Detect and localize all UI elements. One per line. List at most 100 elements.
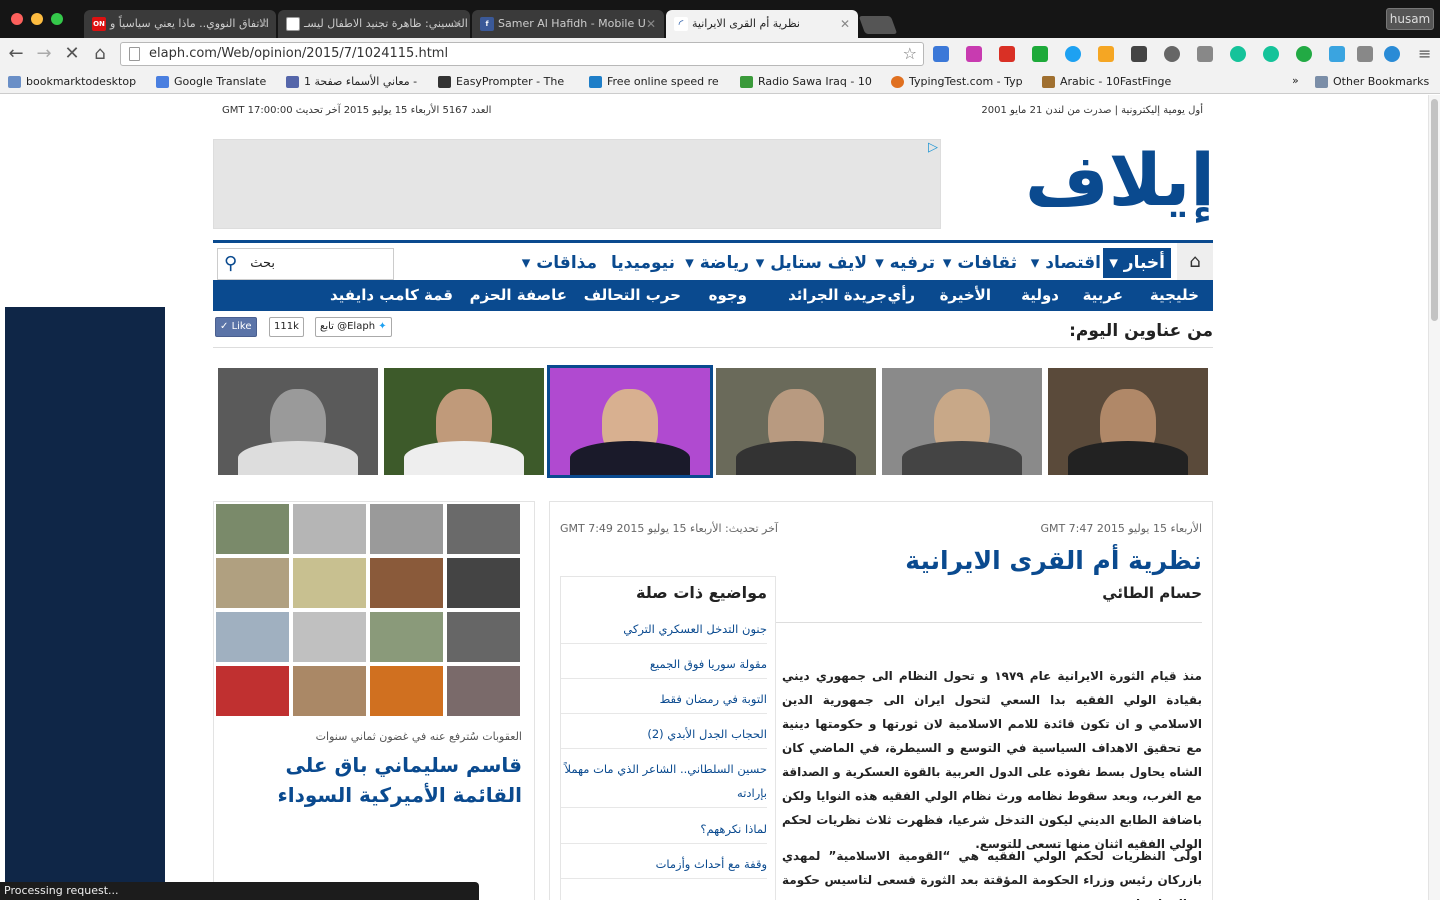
screen-cast-icon[interactable] (1357, 46, 1373, 62)
shazam-extension-icon[interactable] (1065, 46, 1081, 62)
story-headline-link[interactable]: قاسم سليماني باق على القائمة الأميركية ا… (232, 750, 522, 810)
headline-thumbnail[interactable] (384, 368, 544, 475)
subnav-camp-david[interactable]: قمة كامب دايفيد (330, 280, 453, 311)
subnav-press[interactable]: جريدة الجرائد (788, 280, 887, 311)
clock-extension-icon[interactable] (1164, 46, 1180, 62)
bookmark-star-icon[interactable]: ☆ (903, 43, 917, 65)
gallery-thumbnail[interactable] (216, 558, 289, 608)
subnav-gulf[interactable]: خليجية (1150, 280, 1199, 311)
related-link[interactable]: الحجاب الجدل الأبدي (2) (561, 722, 767, 749)
subnav-coalition-war[interactable]: حرب التحالف (584, 280, 681, 311)
bookmark-item[interactable]: EasyPrompter - The (438, 74, 564, 90)
home-icon[interactable]: ⌂ (90, 44, 110, 64)
nav-tastes[interactable]: ▾ مذاقات (522, 248, 597, 278)
gallery-thumbnail[interactable] (370, 666, 443, 716)
address-bar[interactable]: elaph.com/Web/opinion/2015/7/1024115.htm… (120, 42, 924, 66)
nav-economy[interactable]: ▾ اقتصاد (1031, 248, 1101, 278)
gallery-thumbnail[interactable] (447, 558, 520, 608)
gallery-thumbnail[interactable] (447, 504, 520, 554)
bookmark-item[interactable]: Google Translate (156, 74, 266, 90)
close-tab-icon[interactable]: ✕ (452, 10, 462, 38)
gallery-thumbnail[interactable] (370, 612, 443, 662)
subnav-opinion[interactable]: رأي (887, 280, 915, 311)
translate-extension-icon[interactable] (933, 46, 949, 62)
headline-thumbnail[interactable] (218, 368, 378, 475)
stop-loading-icon[interactable]: ✕ (62, 44, 82, 64)
menu-icon[interactable]: ≡ (1418, 44, 1431, 63)
related-link[interactable]: جنون التدخل العسكري التركي (561, 617, 767, 644)
twitter-follow-button[interactable]: تابع @Elaph ✦ (315, 317, 392, 337)
grammarly-extension-icon[interactable] (1263, 46, 1279, 62)
yahoo-extension-icon[interactable] (966, 46, 982, 62)
nav-newmedia[interactable]: نيوميديا (611, 248, 675, 278)
related-link[interactable]: لماذا نكرههم؟ (561, 817, 767, 844)
green-extension-icon[interactable] (1296, 46, 1312, 62)
subnav-latest[interactable]: الأخيرة (940, 280, 991, 311)
minimize-window-icon[interactable] (31, 13, 43, 25)
close-window-icon[interactable] (11, 13, 23, 25)
gallery-thumbnail[interactable] (370, 504, 443, 554)
tab-4-active[interactable]: ◜ نظرية أم القرى الايرانية ✕ (666, 10, 858, 38)
chart-extension-icon[interactable] (1098, 46, 1114, 62)
nav-culture[interactable]: ▾ ثقافات (943, 248, 1017, 278)
close-tab-icon[interactable]: ✕ (646, 10, 656, 38)
site-logo[interactable]: إيلاف (1025, 135, 1219, 225)
vpn-extension-icon[interactable] (1384, 46, 1400, 62)
bookmark-item[interactable]: Arabic - 10FastFinge (1042, 74, 1171, 90)
article-author[interactable]: حسام الطائي (1102, 584, 1202, 602)
subnav-arab[interactable]: عربية (1083, 280, 1123, 311)
gallery-thumbnail[interactable] (447, 666, 520, 716)
headline-thumbnail[interactable] (716, 368, 876, 475)
close-tab-icon[interactable]: ✕ (258, 10, 268, 38)
nav-news[interactable]: ▾ أخبار (1103, 248, 1171, 278)
page-scrollbar[interactable] (1428, 95, 1440, 900)
t-extension-icon[interactable] (1032, 46, 1048, 62)
scrollbar-thumb[interactable] (1431, 99, 1438, 321)
adchoices-icon[interactable]: ▷ (928, 140, 938, 155)
pocket-extension-icon[interactable] (1131, 46, 1147, 62)
bookmark-item[interactable]: bookmarktodesktop (8, 74, 136, 90)
subnav-faces[interactable]: وجوه (709, 280, 747, 311)
search-input[interactable]: بحث ⚲ (217, 248, 394, 280)
gallery-thumbnail[interactable] (216, 504, 289, 554)
related-link[interactable]: مقولة سوريا فوق الجميع (561, 652, 767, 679)
bookmarks-overflow-button[interactable]: » (1292, 74, 1299, 87)
gallery-thumbnail[interactable] (370, 558, 443, 608)
related-link[interactable]: التوبة في رمضان فقط (561, 687, 767, 714)
gallery-thumbnail[interactable] (216, 612, 289, 662)
zoom-window-icon[interactable] (51, 13, 63, 25)
gallery-thumbnail[interactable] (447, 612, 520, 662)
gallery-thumbnail[interactable] (293, 666, 366, 716)
other-bookmarks-folder[interactable]: Other Bookmarks (1315, 74, 1429, 90)
gmail-checker-icon[interactable] (999, 46, 1015, 62)
cast-icon[interactable] (1197, 46, 1213, 62)
check-extension-icon[interactable] (1329, 46, 1345, 62)
bookmark-item[interactable]: Radio Sawa Iraq - 10 (740, 74, 872, 90)
gallery-thumbnail[interactable] (293, 558, 366, 608)
bookmark-item[interactable]: معاني الأسماء صفحة 1 - (286, 74, 417, 90)
gallery-thumbnail[interactable] (293, 612, 366, 662)
gallery-thumbnail[interactable] (293, 504, 366, 554)
nav-lifestyle[interactable]: ▾ لايف ستايل (756, 248, 867, 278)
close-tab-icon[interactable]: ✕ (840, 10, 850, 38)
search-icon[interactable]: ⚲ (224, 253, 237, 274)
headline-thumbnail[interactable] (1048, 368, 1208, 475)
related-link[interactable]: وقفة مع أحداث وأزمات (561, 852, 767, 879)
forward-arrow-icon[interactable]: → (34, 44, 54, 64)
subnav-international[interactable]: دولية (1021, 280, 1059, 311)
bookmark-item[interactable]: TypingTest.com - Typ (891, 74, 1023, 90)
facebook-like-button[interactable]: ✓ Like (215, 317, 257, 337)
tab-3[interactable]: f Samer Al Hafidh - Mobile U ✕ (472, 10, 664, 38)
tab-1[interactable]: ON الاتفاق النووي.. ماذا يعني سياسياً و … (84, 10, 276, 38)
related-link[interactable]: حسين السلطاني.. الشاعر الذي مات مهملاً ب… (561, 757, 767, 808)
tab-2[interactable]: الحسيني: ظاهرة تجنيد الاطفال ليسـ ✕ (278, 10, 470, 38)
back-arrow-icon[interactable]: ← (6, 44, 26, 64)
headline-thumbnail[interactable] (882, 368, 1042, 475)
bookmark-item[interactable]: Free online speed re (589, 74, 719, 90)
advertisement-banner[interactable]: ▷ (213, 139, 941, 229)
gallery-thumbnail[interactable] (216, 666, 289, 716)
side-advertisement[interactable] (5, 307, 165, 900)
d-extension-icon[interactable] (1230, 46, 1246, 62)
subnav-decisive-storm[interactable]: عاصفة الحزم (470, 280, 567, 311)
new-tab-button[interactable] (858, 16, 898, 34)
